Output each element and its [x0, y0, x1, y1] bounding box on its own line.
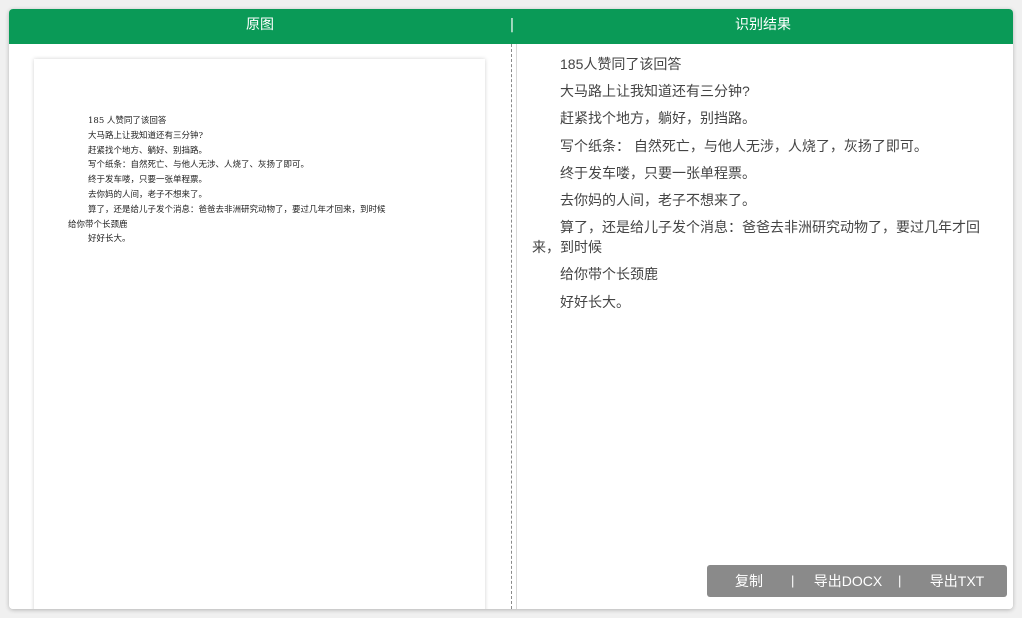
- original-document-text: 185 人赞同了该回答 大马路上让我知道还有三分钟? 赶紧找个地方、躺好、别挡路…: [68, 114, 428, 247]
- result-paragraph: 给你带个长颈鹿: [560, 266, 658, 283]
- original-image-title: 原图: [246, 17, 274, 33]
- result-paragraph: 写个纸条： 自然死亡，与他人无涉，人烧了，灰扬了即可。: [560, 137, 928, 154]
- original-line: 185 人赞同了该回答: [88, 116, 167, 126]
- result-paragraph: 大马路上让我知道还有三分钟?: [560, 83, 750, 100]
- result-paragraph: 去你妈的人间，老子不想来了。: [560, 191, 756, 208]
- original-image-pane[interactable]: 185 人赞同了该回答 大马路上让我知道还有三分钟? 赶紧找个地方、躺好、别挡路…: [9, 44, 511, 609]
- header-bar: 原图 | 识别结果: [9, 9, 1013, 44]
- result-paragraph: 终于发车喽，只要一张单程票。: [560, 164, 756, 181]
- result-paragraph: 算了，还是给儿子发个消息：爸爸去非洲研究动物了，要过几年才回来，到时候: [532, 219, 980, 256]
- toolbar-separator: |: [791, 573, 795, 588]
- recognition-result-pane[interactable]: 185人赞同了该回答 大马路上让我知道还有三分钟? 赶紧找个地方，躺好，别挡路。…: [517, 44, 1013, 609]
- export-txt-button[interactable]: 导出TXT: [907, 565, 1007, 597]
- original-line: 去你妈的人间，老子不想来了。: [88, 189, 208, 200]
- recognition-result-title: 识别结果: [735, 17, 791, 33]
- export-docx-button[interactable]: 导出DOCX: [799, 565, 897, 597]
- toolbar-separator: |: [898, 573, 902, 588]
- recognized-text[interactable]: 185人赞同了该回答 大马路上让我知道还有三分钟? 赶紧找个地方，躺好，别挡路。…: [532, 54, 992, 319]
- copy-button[interactable]: 复制: [707, 565, 791, 597]
- ocr-result-window: 原图 | 识别结果 185 人赞同了该回答 大马路上让我知道还有三分钟? 赶紧找…: [9, 9, 1013, 609]
- original-line: 给你带个长颈鹿: [68, 219, 128, 230]
- original-line: 算了，还是给儿子发个消息：爸爸去非洲研究动物了，要过几年才回来，到时候: [88, 204, 386, 215]
- original-line: 大马路上让我知道还有三分钟?: [88, 130, 204, 141]
- original-line: 赶紧找个地方、躺好、别挡路。: [88, 145, 208, 156]
- result-paragraph: 好好长大。: [560, 293, 630, 310]
- result-paragraph: 185人赞同了该回答: [560, 56, 682, 72]
- original-line: 写个纸条：自然死亡、与他人无涉、人烧了、灰扬了即可。: [88, 160, 310, 171]
- pane-divider: [511, 44, 512, 609]
- original-document-image: 185 人赞同了该回答 大马路上让我知道还有三分钟? 赶紧找个地方、躺好、别挡路…: [34, 59, 485, 609]
- original-line: 好好长大。: [88, 234, 131, 245]
- original-line: 终于发车喽，只要一张单程票。: [88, 175, 208, 186]
- result-paragraph: 赶紧找个地方，躺好，别挡路。: [560, 110, 756, 127]
- result-action-toolbar: 复制 | 导出DOCX | 导出TXT: [707, 565, 1007, 597]
